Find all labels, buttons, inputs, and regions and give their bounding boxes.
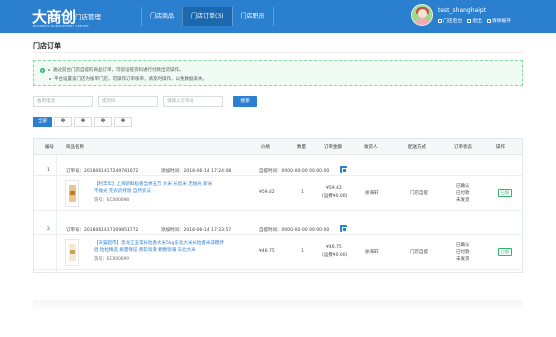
receiver-name: 徐海轩 <box>365 191 379 196</box>
bullet-icon <box>49 78 51 80</box>
product-thumbnail[interactable] <box>65 239 79 266</box>
table-row: 【利丰年】上海新鲜稻香当季五万 大米 长剪米 无抛光 新米 不抛光 无农药残留 … <box>34 176 522 211</box>
nav-item-store-orders[interactable]: 门店订单(3) <box>182 7 232 26</box>
payment-status: 已付款 <box>456 250 470 255</box>
col-price: 价格 <box>261 145 270 150</box>
store-backend-link[interactable]: 门店后台 <box>438 17 462 24</box>
shipping-fee: (运费¥0.00) <box>322 194 348 199</box>
phone-input[interactable]: 备用电话 <box>33 96 93 107</box>
footer-shadow <box>33 300 523 312</box>
order-added-time: 添加时间：2018-06-14 17:23:57 <box>161 228 232 233</box>
delivery-method: 门店自提 <box>410 250 428 255</box>
order-amount: ¥59.42 <box>326 186 342 191</box>
logout-link[interactable]: 退出 <box>467 17 482 24</box>
shipping-status: 未发货 <box>456 198 470 203</box>
notice-line: 平台设置该门店为核单门店，可操作订单核单，请及时操作，以免数据丢失。 <box>40 76 207 82</box>
section-title: 门店管理 <box>75 13 101 21</box>
tab-status[interactable]: � <box>54 117 72 127</box>
order-header: 2 订单号：2018061417309851772 添加时间：2018-06-1… <box>34 223 522 235</box>
avatar[interactable] <box>411 4 433 26</box>
table-header: 编号 商品名称 价格 数量 订单金额 收货人 配送方式 订单状态 操作 <box>34 139 522 155</box>
col-amount: 订单金额 <box>324 145 342 150</box>
product-name-link[interactable]: 侣 粒粒精选 质量保证 香软润滑 颗颗饱满 东北大米 <box>94 247 196 254</box>
col-receiver: 收货人 <box>364 145 378 150</box>
tab-all[interactable]: 全部 <box>33 117 52 127</box>
main-nav: 门店商品 门店订单(3) 门店职员 <box>141 7 274 26</box>
user-links: 门店后台 退出 清除缓存 <box>438 17 511 24</box>
order-number-input[interactable]: 请输入订单号 <box>163 96 223 107</box>
logout-icon <box>467 18 472 23</box>
order-number: 订单号：2018061417309851772 <box>66 228 139 233</box>
table-row: 【天猫超市】黑龙江五常长粒香大米5kg东北大米长粒香米非糯伴 侣 粒粒精选 质量… <box>34 235 522 270</box>
username: test_shanghaipt <box>438 7 487 14</box>
bullet-icon <box>48 69 50 71</box>
orders-table: 编号 商品名称 价格 数量 订单金额 收货人 配送方式 订单状态 操作 1 订单… <box>33 138 523 273</box>
home-icon <box>438 18 442 23</box>
order-added-time: 添加时间：2018-06-14 17:24:08 <box>161 169 232 174</box>
order-index: 1 <box>47 168 50 173</box>
product-sku: 货号：EC000098 <box>94 198 130 203</box>
col-actions: 操作 <box>496 145 505 150</box>
order-pickup-time: 自提时间：0000-00-00 00:00:00 <box>259 228 330 233</box>
shipping-status: 未发货 <box>456 257 470 262</box>
product-sku: 货号：EC000099 <box>94 257 130 262</box>
page-title: 门店订单 <box>33 42 61 50</box>
product-name-link[interactable]: 【利丰年】上海新鲜稻香当季五万 大米 长剪米 无抛光 新米 <box>94 181 212 188</box>
delivery-method: 门店自提 <box>410 191 428 196</box>
payment-status: 已付款 <box>456 191 470 196</box>
logo-subtitle: BUSINESS MANAGEMENT CENTER <box>33 24 89 28</box>
order-number: 订单号：2018061417249781672 <box>66 169 139 174</box>
logo-divider <box>70 10 71 22</box>
nav-item-store-products[interactable]: 门店商品 <box>141 7 182 26</box>
col-delivery: 配送方式 <box>408 145 426 150</box>
product-qty: 1 <box>301 190 304 195</box>
search-button[interactable]: 搜索 <box>233 96 257 107</box>
print-icon[interactable] <box>340 225 347 232</box>
tab-status[interactable]: � <box>94 117 112 127</box>
order-amount: ¥46.75 <box>326 245 342 250</box>
product-name-link[interactable]: 不抛光 无农药残留 自然农法 <box>94 188 151 195</box>
print-icon[interactable] <box>340 166 347 173</box>
status-tabs: 全部 � � � � <box>33 117 132 127</box>
clear-cache-link[interactable]: 清除缓存 <box>486 17 511 24</box>
col-product: 商品名称 <box>66 145 84 150</box>
tab-status[interactable]: � <box>114 117 132 127</box>
col-index: 编号 <box>45 145 54 150</box>
nav-item-store-staff[interactable]: 门店职员 <box>231 7 274 26</box>
notice-line: + 通过前台门店自提的商品订单，可验证提货码进行付款出货操作。 <box>40 67 184 73</box>
col-status: 订单状态 <box>454 145 472 150</box>
product-price: ¥46.75 <box>259 249 275 254</box>
top-bar: 大商创 BUSINESS MANAGEMENT CENTER 门店管理 门店商品… <box>0 0 556 33</box>
notice-box: + 通过前台门店自提的商品订单，可验证提货码进行付款出货操作。 平台设置该门店为核… <box>33 60 523 86</box>
product-qty: 1 <box>301 249 304 254</box>
product-thumbnail[interactable] <box>65 180 79 207</box>
product-name-link[interactable]: 【天猫超市】黑龙江五常长粒香大米5kg东北大米长粒香米非糯伴 <box>94 240 224 247</box>
plus-icon[interactable]: + <box>40 67 45 73</box>
pickup-code-input[interactable]: 提货码 <box>98 96 158 107</box>
shipping-fee: (运费¥0.00) <box>322 253 348 258</box>
order-index: 2 <box>47 227 50 232</box>
tab-status[interactable]: � <box>74 117 92 127</box>
order-header: 1 订单号：2018061417249781672 添加时间：2018-06-1… <box>34 164 522 176</box>
column-divider <box>56 155 57 272</box>
order-status: 已确认 <box>456 243 470 248</box>
receiver-name: 徐海轩 <box>365 250 379 255</box>
order-pickup-time: 自提时间：0000-00-00 00:00:00 <box>259 169 330 174</box>
trash-icon <box>486 18 491 23</box>
product-price: ¥59.42 <box>259 190 275 195</box>
divider <box>33 52 523 53</box>
order-status: 已确认 <box>456 184 470 189</box>
order-action-button[interactable]: 日报 <box>498 189 512 197</box>
col-qty: 数量 <box>297 145 306 150</box>
order-action-button[interactable]: 日报 <box>498 248 512 256</box>
